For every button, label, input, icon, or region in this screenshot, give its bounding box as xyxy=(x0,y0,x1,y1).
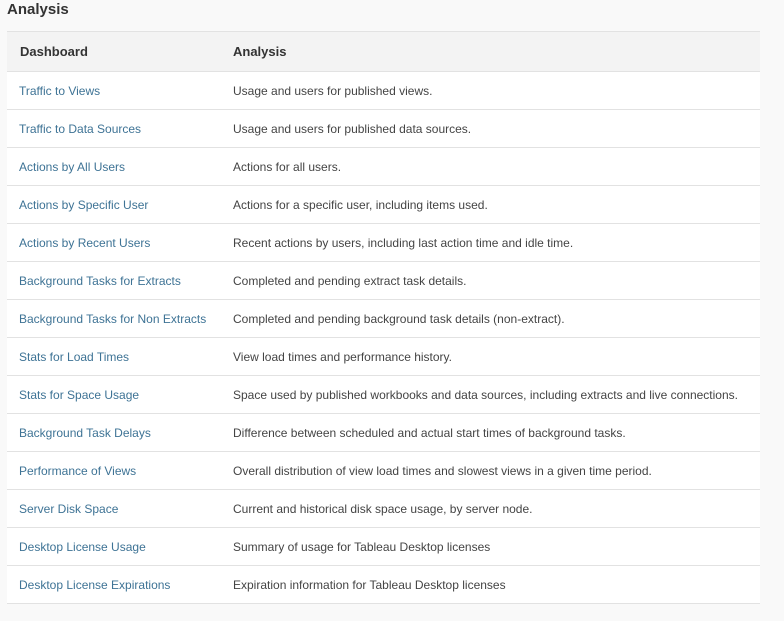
dashboard-cell: Desktop License Expirations xyxy=(7,565,233,604)
table-row: Background Task Delays Difference between… xyxy=(7,413,760,452)
analysis-description: Current and historical disk space usage,… xyxy=(233,501,533,516)
analysis-cell: Usage and users for published views. xyxy=(233,71,760,110)
dashboard-cell: Performance of Views xyxy=(7,451,233,490)
analysis-cell: Usage and users for published data sourc… xyxy=(233,109,760,148)
analysis-description: Recent actions by users, including last … xyxy=(233,235,574,250)
analysis-cell: Overall distribution of view load times … xyxy=(233,451,760,490)
dashboard-link[interactable]: Stats for Space Usage xyxy=(19,388,139,402)
table-row: Server Disk Space Current and historical … xyxy=(7,489,760,528)
table-row: Traffic to Data Sources Usage and users f… xyxy=(7,109,760,148)
analysis-cell: Space used by published workbooks and da… xyxy=(233,375,760,414)
dashboard-cell: Actions by All Users xyxy=(7,147,233,186)
analysis-cell: Completed and pending extract task detai… xyxy=(233,261,760,300)
analysis-cell: Difference between scheduled and actual … xyxy=(233,413,760,452)
dashboard-cell: Stats for Space Usage xyxy=(7,375,233,414)
dashboard-cell: Server Disk Space xyxy=(7,489,233,528)
column-header-analysis: Analysis xyxy=(233,31,760,72)
table-body: Traffic to Views Usage and users for publ… xyxy=(7,71,760,604)
analysis-description: View load times and performance history. xyxy=(233,349,452,364)
analysis-description: Completed and pending extract task detai… xyxy=(233,273,467,288)
dashboard-cell: Background Task Delays xyxy=(7,413,233,452)
table-row: Traffic to Views Usage and users for publ… xyxy=(7,71,760,110)
analysis-cell: Actions for all users. xyxy=(233,147,760,186)
table-row: Actions by Specific User Actions for a sp… xyxy=(7,185,760,224)
table-row: Stats for Space Usage Space used by publi… xyxy=(7,375,760,414)
dashboard-cell: Background Tasks for Extracts xyxy=(7,261,233,300)
dashboard-cell: Background Tasks for Non Extracts xyxy=(7,299,233,338)
analysis-description: Usage and users for published views. xyxy=(233,83,433,98)
table-row: Desktop License Expirations Expiration in… xyxy=(7,565,760,604)
dashboard-link[interactable]: Actions by Specific User xyxy=(19,198,148,212)
table-row: Desktop License Usage Summary of usage fo… xyxy=(7,527,760,566)
dashboard-link[interactable]: Desktop License Usage xyxy=(19,540,146,554)
dashboard-link[interactable]: Actions by Recent Users xyxy=(19,236,150,250)
table-row: Actions by Recent Users Recent actions by… xyxy=(7,223,760,262)
dashboard-link[interactable]: Performance of Views xyxy=(19,464,136,478)
analysis-description: Space used by published workbooks and da… xyxy=(233,387,738,402)
table-header-row: Dashboard Analysis xyxy=(7,31,760,72)
table-row: Performance of Views Overall distribution… xyxy=(7,451,760,490)
analysis-description: Overall distribution of view load times … xyxy=(233,463,652,478)
dashboard-cell: Actions by Recent Users xyxy=(7,223,233,262)
analysis-cell: Recent actions by users, including last … xyxy=(233,223,760,262)
dashboard-link[interactable]: Background Tasks for Extracts xyxy=(19,274,181,288)
analysis-cell: Expiration information for Tableau Deskt… xyxy=(233,565,760,604)
analysis-description: Difference between scheduled and actual … xyxy=(233,425,626,440)
analysis-cell: Completed and pending background task de… xyxy=(233,299,760,338)
dashboard-link[interactable]: Server Disk Space xyxy=(19,502,118,516)
dashboard-link[interactable]: Traffic to Data Sources xyxy=(19,122,141,136)
dashboard-cell: Stats for Load Times xyxy=(7,337,233,376)
analysis-cell: Current and historical disk space usage,… xyxy=(233,489,760,528)
dashboard-link[interactable]: Background Tasks for Non Extracts xyxy=(19,312,206,326)
dashboard-link[interactable]: Background Task Delays xyxy=(19,426,151,440)
dashboard-link[interactable]: Traffic to Views xyxy=(19,84,100,98)
analysis-description: Usage and users for published data sourc… xyxy=(233,121,472,136)
dashboard-link[interactable]: Stats for Load Times xyxy=(19,350,129,364)
table-row: Actions by All Users Actions for all user… xyxy=(7,147,760,186)
dashboard-link[interactable]: Actions by All Users xyxy=(19,160,125,174)
analysis-description: Actions for a specific user, including i… xyxy=(233,197,488,212)
dashboards-table: Dashboard Analysis Traffic to Views Usage… xyxy=(7,31,760,604)
table-row: Background Tasks for Non Extracts Complet… xyxy=(7,299,760,338)
dashboard-cell: Desktop License Usage xyxy=(7,527,233,566)
page-title: Analysis xyxy=(7,1,69,18)
dashboard-cell: Actions by Specific User xyxy=(7,185,233,224)
dashboard-cell: Traffic to Views xyxy=(7,71,233,110)
dashboard-cell: Traffic to Data Sources xyxy=(7,109,233,148)
analysis-description: Expiration information for Tableau Deskt… xyxy=(233,577,506,592)
dashboard-link[interactable]: Desktop License Expirations xyxy=(19,578,170,592)
analysis-description: Summary of usage for Tableau Desktop lic… xyxy=(233,539,491,554)
table-row: Background Tasks for Extracts Completed a… xyxy=(7,261,760,300)
analysis-cell: Summary of usage for Tableau Desktop lic… xyxy=(233,527,760,566)
analysis-description: Completed and pending background task de… xyxy=(233,311,565,326)
analysis-description: Actions for all users. xyxy=(233,159,342,174)
analysis-cell: View load times and performance history. xyxy=(233,337,760,376)
column-header-dashboard: Dashboard xyxy=(7,31,233,72)
table-row: Stats for Load Times View load times and … xyxy=(7,337,760,376)
analysis-cell: Actions for a specific user, including i… xyxy=(233,185,760,224)
